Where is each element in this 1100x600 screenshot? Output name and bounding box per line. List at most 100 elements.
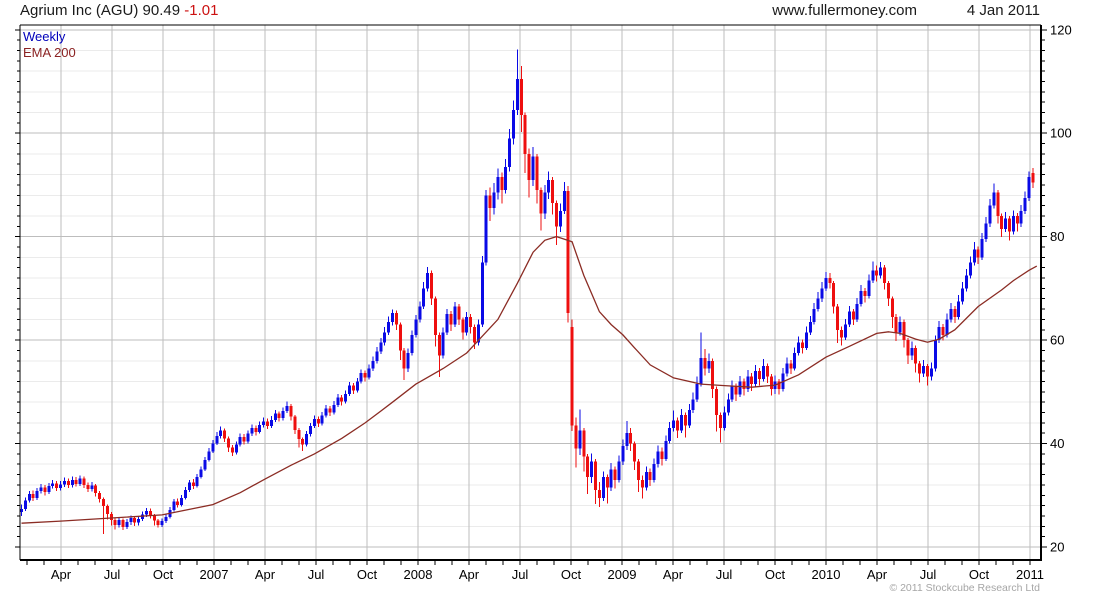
y-axis-label: 80: [1050, 229, 1064, 244]
candle-up: [871, 270, 875, 281]
candle-up: [543, 192, 547, 214]
x-axis-label: Oct: [153, 567, 174, 582]
x-axis-label: Oct: [561, 567, 582, 582]
candle-down: [648, 471, 652, 480]
candle-down: [152, 515, 156, 521]
candle-up: [422, 288, 426, 307]
candle-down: [605, 477, 609, 488]
candle-down: [266, 421, 270, 426]
candle-down: [156, 520, 160, 525]
candle-up: [180, 497, 184, 506]
candle-up: [281, 410, 285, 419]
candle-down: [613, 469, 617, 480]
candle-down: [832, 283, 836, 307]
candle-layer: [20, 49, 1035, 535]
candle-up: [184, 490, 188, 498]
candle-down: [851, 311, 855, 320]
candle-up: [621, 446, 625, 462]
candle-up: [562, 191, 566, 211]
candle-down: [43, 487, 47, 493]
candle-down: [223, 430, 227, 439]
candle-down: [433, 298, 437, 335]
candle-up: [933, 340, 937, 369]
candle-down: [976, 249, 980, 258]
candle-down: [1007, 218, 1011, 232]
candle-down: [683, 415, 687, 426]
candle-down: [953, 309, 957, 317]
candle-up: [531, 156, 535, 180]
candle-down: [566, 191, 570, 314]
candle-up: [910, 347, 914, 356]
candle-down: [863, 290, 867, 297]
x-axis-label: Oct: [765, 567, 786, 582]
candle-down: [574, 425, 578, 449]
candle-down: [277, 413, 281, 419]
candle-down: [297, 430, 301, 439]
candle-down: [242, 436, 246, 442]
candle-up: [1027, 177, 1031, 198]
candle-up: [656, 451, 660, 465]
candle-down: [226, 438, 230, 448]
x-axis-label: Apr: [663, 567, 684, 582]
candle-down: [875, 270, 879, 276]
candle-up: [219, 430, 223, 436]
candle-up: [390, 313, 394, 322]
candle-up: [785, 363, 789, 374]
candle-up: [207, 451, 211, 461]
candle-down: [629, 433, 633, 444]
candle-down: [718, 415, 722, 429]
candle-down: [894, 316, 898, 333]
candle-up: [312, 419, 316, 426]
candle-up: [512, 109, 516, 139]
candle-up: [617, 461, 621, 480]
candle-up: [359, 373, 363, 382]
candle-down: [715, 389, 719, 416]
candle-up: [187, 482, 191, 491]
candle-up: [387, 321, 391, 333]
candle-up: [707, 360, 711, 369]
candle-down: [765, 365, 769, 377]
candle-up: [59, 484, 63, 489]
candle-up: [625, 433, 629, 447]
candle-up: [797, 342, 801, 354]
candle-down: [801, 342, 804, 348]
candle-up: [199, 469, 203, 478]
x-axis-label: Oct: [969, 567, 990, 582]
candle-up: [824, 278, 828, 289]
candle-up: [984, 223, 988, 240]
candle-down: [430, 272, 434, 299]
candle-up: [668, 428, 672, 441]
candle-up: [843, 324, 847, 338]
candle-down: [437, 334, 441, 356]
candle-down: [176, 501, 180, 506]
candle-up: [238, 436, 242, 445]
candle-down: [582, 430, 586, 457]
candle-up: [418, 306, 422, 320]
candle-down: [523, 115, 527, 154]
candle-up: [39, 487, 43, 492]
candle-up: [722, 412, 726, 429]
candle-up: [504, 166, 508, 191]
candle-down: [133, 518, 137, 523]
legend-ema-label: EMA 200: [23, 45, 76, 60]
candle-down: [836, 306, 840, 330]
candle-up: [410, 334, 414, 354]
x-axis-label: 2009: [608, 567, 637, 582]
candle-up: [47, 485, 51, 493]
candle-up: [867, 280, 871, 297]
candle-up: [699, 358, 703, 385]
candle-up: [262, 421, 266, 425]
candle-up: [695, 384, 699, 400]
candle-up: [738, 381, 742, 395]
candle-up: [305, 434, 309, 445]
candle-up: [215, 435, 219, 444]
candle-up: [793, 353, 797, 369]
copyright-label: © 2011 Stockcube Research Ltd: [889, 582, 1040, 594]
candle-down: [105, 506, 109, 514]
candle-down: [636, 461, 640, 480]
candle-up: [578, 430, 582, 449]
candle-down: [472, 327, 476, 343]
candle-down: [886, 283, 890, 299]
candle-down: [703, 358, 707, 369]
candle-up: [308, 425, 312, 435]
